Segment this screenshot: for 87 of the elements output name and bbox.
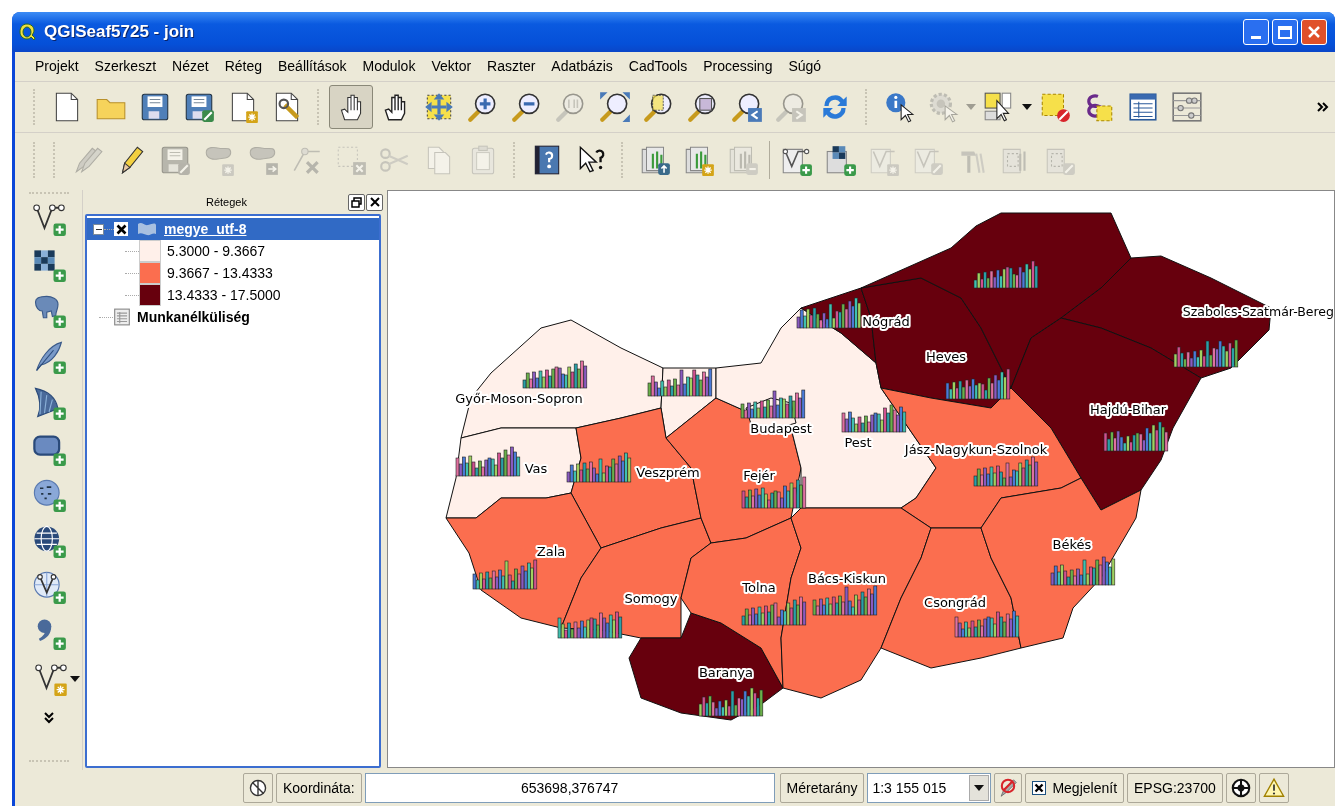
caret-icon[interactable] bbox=[973, 784, 986, 792]
add-vector-icon[interactable] bbox=[30, 201, 67, 237]
county-label: Bács-Kiskun bbox=[808, 571, 886, 586]
mini-bar-chart bbox=[647, 368, 713, 397]
zoom-full-icon[interactable] bbox=[598, 90, 632, 124]
legend-label: 13.4333 - 17.5000 bbox=[167, 285, 281, 305]
county-label: Győr-Moson-Sopron bbox=[455, 391, 583, 406]
menu-item[interactable]: Súgó bbox=[780, 56, 830, 77]
qgis-logo-icon bbox=[18, 22, 36, 42]
menu-item[interactable]: Projekt bbox=[27, 56, 87, 77]
legend-label: 9.3667 - 13.4333 bbox=[167, 263, 273, 283]
county-label: Csongrád bbox=[924, 595, 986, 610]
county-label: Pest bbox=[844, 435, 872, 450]
county-label: Fejér bbox=[743, 468, 775, 483]
coordinate-field[interactable]: 653698,376747 bbox=[364, 773, 775, 803]
mini-bar-chart bbox=[1050, 556, 1116, 586]
menu-item[interactable]: Beállítások bbox=[270, 56, 355, 77]
minimize-icon bbox=[1251, 36, 1261, 39]
menu-item[interactable]: Processing bbox=[695, 56, 781, 77]
menu-item[interactable]: Réteg bbox=[216, 56, 270, 77]
scale-label: Méretarány bbox=[779, 773, 865, 803]
county-label: Tolna bbox=[742, 580, 776, 595]
county-label: Békés bbox=[1052, 537, 1092, 552]
close-button[interactable] bbox=[366, 193, 383, 211]
window-title: QGISeaf5725 - join bbox=[44, 21, 195, 44]
close-icon bbox=[1307, 25, 1321, 39]
menu-item[interactable]: Szerkeszt bbox=[86, 56, 165, 77]
county-label: Budapest bbox=[750, 421, 812, 436]
projection-icon[interactable] bbox=[1229, 777, 1252, 799]
abacus-icon[interactable] bbox=[1170, 90, 1204, 124]
mini-bar-chart bbox=[954, 610, 1020, 638]
mini-bar-chart bbox=[566, 452, 632, 483]
mini-bar-chart bbox=[841, 404, 907, 433]
menu-item[interactable]: Adatbázis bbox=[543, 56, 621, 77]
float-icon bbox=[351, 196, 362, 208]
layer-name[interactable]: megye_utf-8 bbox=[164, 218, 247, 240]
county-label: Vas bbox=[524, 461, 548, 476]
mini-bar-chart bbox=[557, 611, 623, 639]
scale-combobox[interactable]: 1:3 155 015 bbox=[867, 773, 992, 803]
layer-name[interactable]: Munkanélküliség bbox=[137, 306, 250, 328]
polygon-layer-icon bbox=[136, 221, 158, 237]
menu-item[interactable]: Nézet bbox=[164, 56, 217, 77]
mini-bar-chart bbox=[455, 446, 521, 477]
county-label: Heves bbox=[925, 349, 967, 364]
mini-bar-chart bbox=[812, 585, 878, 616]
mini-bar-chart bbox=[945, 368, 1011, 400]
mini-bar-chart bbox=[740, 389, 806, 419]
checkbox[interactable] bbox=[1032, 781, 1047, 795]
visibility-checkbox[interactable] bbox=[114, 222, 128, 236]
expand-chevron-icon[interactable] bbox=[43, 712, 54, 724]
mini-bar-chart bbox=[522, 360, 588, 389]
mini-bar-chart bbox=[796, 297, 862, 329]
menu-item[interactable]: CadTools bbox=[620, 56, 696, 77]
panel-title: Rétegek bbox=[205, 194, 248, 210]
render-checkbox[interactable]: Megjelenít bbox=[1025, 773, 1124, 803]
mini-bar-chart bbox=[1173, 339, 1239, 368]
table-icon[interactable] bbox=[1126, 90, 1160, 124]
menu-item[interactable]: Raszter bbox=[479, 56, 544, 77]
caret-icon[interactable] bbox=[1021, 103, 1033, 111]
county-label: Zala bbox=[536, 544, 566, 559]
close-icon bbox=[369, 197, 380, 207]
vector-star-node-icon[interactable] bbox=[32, 661, 69, 697]
mini-bar-chart bbox=[1103, 421, 1169, 452]
collapse-toggle[interactable] bbox=[93, 223, 104, 235]
caret-icon[interactable] bbox=[68, 675, 81, 683]
warning-icon[interactable] bbox=[1262, 777, 1285, 799]
maximize-button[interactable] bbox=[1272, 19, 1298, 45]
mini-bar-chart bbox=[973, 260, 1039, 289]
mini-bar-chart bbox=[741, 596, 807, 626]
county-label: Nógrád bbox=[862, 314, 910, 329]
table-layer-icon bbox=[113, 308, 131, 326]
crs-button[interactable]: EPSG:23700 bbox=[1127, 773, 1223, 803]
county-label: Baranya bbox=[698, 665, 754, 680]
mini-bar-chart bbox=[472, 559, 538, 590]
coordinate-label: Koordináta: bbox=[276, 773, 362, 803]
legend-label: 5.3000 - 9.3667 bbox=[167, 241, 266, 261]
float-button[interactable] bbox=[348, 193, 365, 211]
mini-bar-chart bbox=[698, 687, 764, 717]
menu-item[interactable]: Modulok bbox=[354, 56, 424, 77]
mini-bar-chart bbox=[973, 456, 1039, 487]
county-label: Somogy bbox=[624, 591, 678, 606]
overflow-chevron-icon[interactable] bbox=[1317, 102, 1329, 112]
maximize-icon bbox=[1278, 25, 1292, 39]
minimize-button[interactable] bbox=[1243, 19, 1269, 45]
stop-render-icon[interactable] bbox=[997, 777, 1020, 799]
county-label: Hajdú-Bihar bbox=[1089, 402, 1167, 417]
menu-item[interactable]: Vektor bbox=[423, 56, 480, 77]
